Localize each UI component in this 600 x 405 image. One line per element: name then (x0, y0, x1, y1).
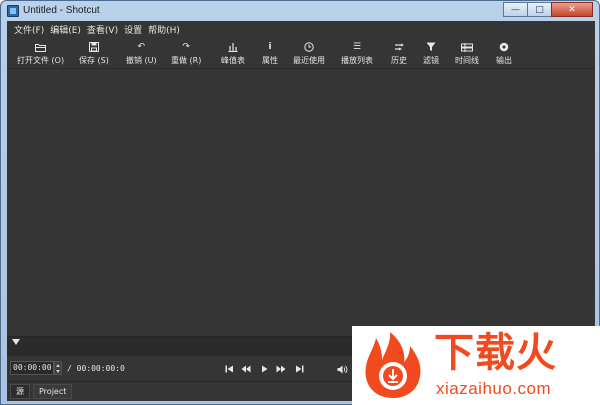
skip-to-end-icon[interactable] (293, 363, 305, 375)
timeline-button[interactable]: 时间线 (455, 41, 479, 67)
window-title: Untitled - Shotcut (23, 5, 100, 16)
playlist-button[interactable]: ☰ 播放列表 (341, 41, 373, 67)
tab-source[interactable]: 源 (10, 384, 30, 399)
save-icon (88, 41, 100, 53)
filters-button[interactable]: 滤镜 (423, 41, 439, 67)
peak-meter-button[interactable]: 峰值表 (221, 41, 245, 67)
minimize-button[interactable]: — (503, 2, 528, 17)
menu-help[interactable]: 帮助(H) (145, 23, 183, 36)
skip-to-start-icon[interactable] (223, 363, 235, 375)
filter-icon (425, 41, 437, 53)
timeline-icon (461, 41, 473, 53)
duration-label: / 00:00:00:0 (67, 364, 125, 373)
redo-icon: ↷ (182, 42, 190, 52)
maximize-button[interactable]: □ (527, 2, 552, 17)
watermark-url: xiazaihuo.com (436, 379, 552, 398)
window-controls: — □ ✕ (503, 2, 593, 17)
flame-logo-icon (365, 332, 421, 398)
history-button[interactable]: 历史 (391, 41, 407, 67)
export-icon (498, 41, 510, 53)
watermark: 下载火 xiazaihuo.com (352, 326, 600, 405)
menu-settings[interactable]: 设置 (121, 23, 145, 36)
open-file-button[interactable]: 打开文件 (O) (17, 41, 64, 67)
properties-button[interactable]: i 属性 (262, 41, 278, 67)
redo-button[interactable]: ↷ 重做 (R) (171, 41, 201, 67)
watermark-title: 下载火 (434, 330, 557, 376)
video-viewer[interactable] (7, 69, 595, 337)
playhead-marker[interactable] (12, 339, 20, 345)
history-icon (393, 41, 405, 53)
position-timecode-input[interactable]: 00:00:00:0 (10, 361, 54, 375)
fast-forward-icon[interactable] (275, 363, 287, 375)
tab-project[interactable]: Project (33, 384, 73, 399)
title-bar[interactable]: Untitled - Shotcut — □ ✕ (1, 1, 599, 21)
undo-icon: ↶ (137, 42, 146, 52)
list-icon: ☰ (352, 42, 362, 52)
menu-view[interactable]: 查看(V) (84, 23, 121, 36)
menu-file[interactable]: 文件(F) (11, 23, 47, 36)
clock-icon (303, 41, 315, 53)
volume-icon[interactable] (336, 363, 348, 375)
menu-bar: 文件(F) 编辑(E) 查看(V) 设置 帮助(H) (7, 21, 595, 38)
recent-button[interactable]: 最近使用 (293, 41, 325, 67)
info-icon: i (268, 42, 272, 52)
close-button[interactable]: ✕ (551, 2, 593, 17)
play-icon[interactable] (258, 363, 270, 375)
folder-open-icon (35, 41, 47, 53)
save-button[interactable]: 保存 (S) (79, 41, 109, 67)
rewind-icon[interactable] (240, 363, 252, 375)
menu-edit[interactable]: 编辑(E) (47, 23, 84, 36)
main-toolbar: 打开文件 (O) 保存 (S) ↶ 撤销 (U) ↷ 重做 (R) 峰值表 i … (7, 38, 595, 69)
undo-button[interactable]: ↶ 撤销 (U) (126, 41, 157, 67)
shotcut-app-icon (7, 5, 19, 17)
peak-meter-icon (227, 41, 239, 53)
export-button[interactable]: 输出 (496, 41, 512, 67)
timecode-spinner[interactable] (54, 361, 62, 375)
